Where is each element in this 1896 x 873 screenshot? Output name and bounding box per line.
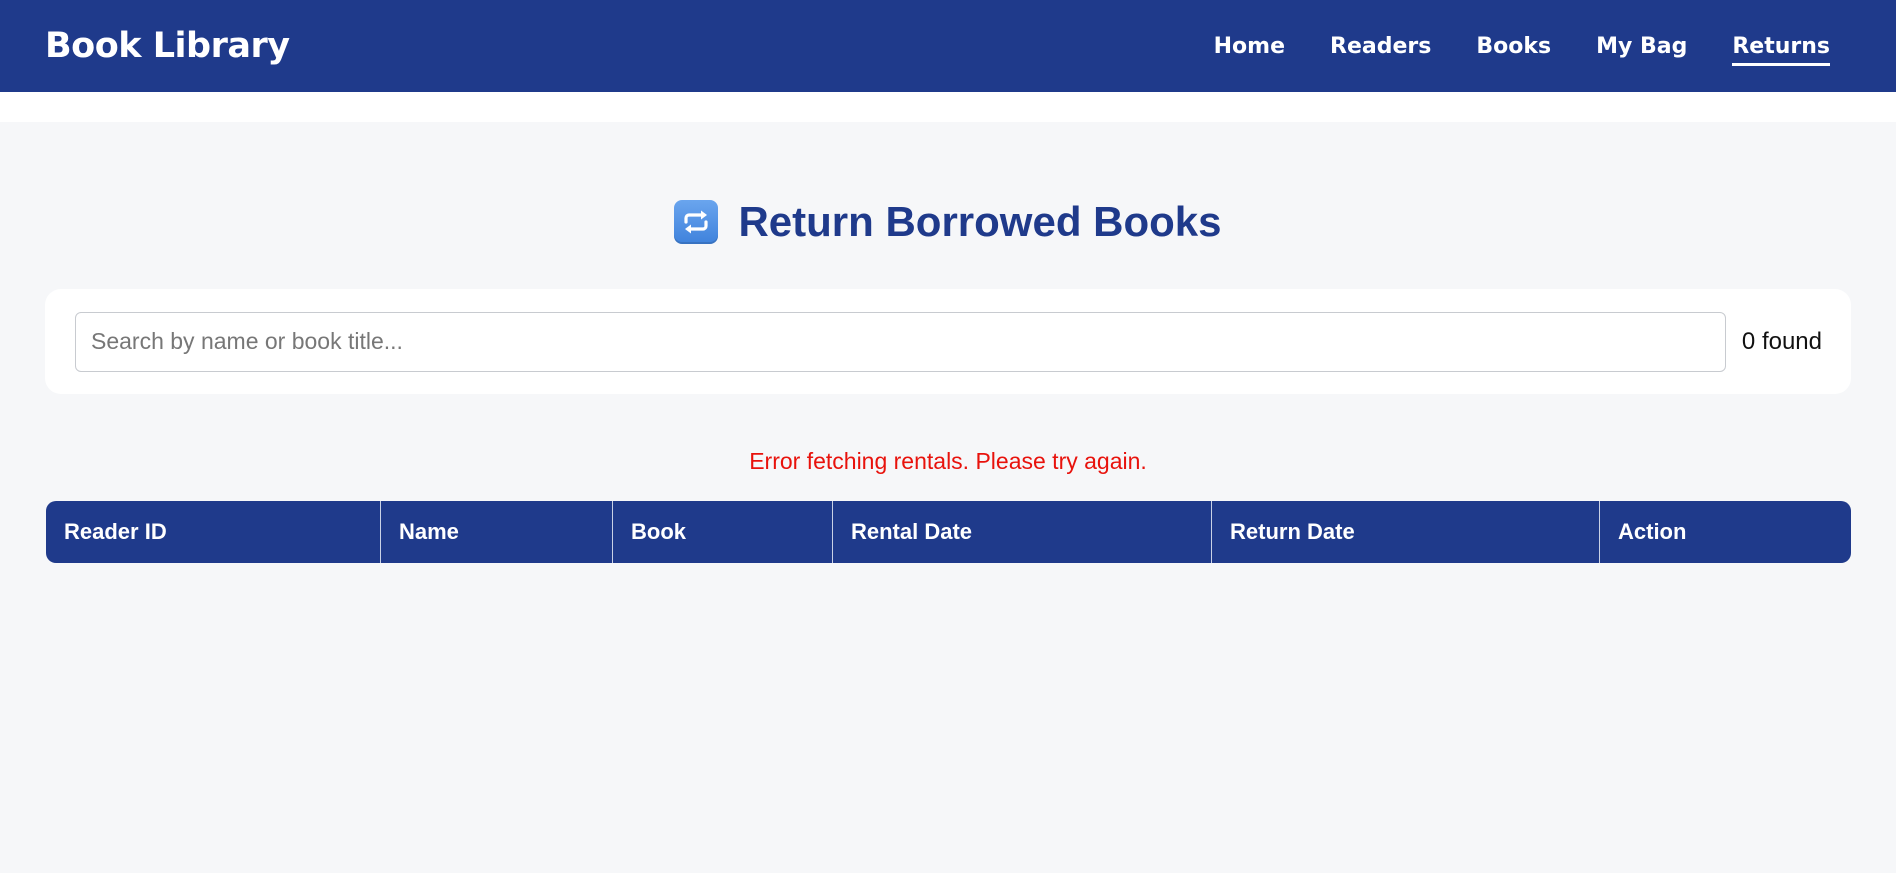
top-navbar: Book Library Home Readers Books My Bag R… xyxy=(0,0,1896,92)
nav-link-home[interactable]: Home xyxy=(1214,34,1285,66)
results-count: 0 found xyxy=(1741,327,1822,355)
nav-link-my-bag[interactable]: My Bag xyxy=(1596,34,1687,66)
search-input[interactable] xyxy=(75,311,1726,372)
nav-link-books[interactable]: Books xyxy=(1476,34,1551,66)
page-heading: Return Borrowed Books xyxy=(0,198,1896,246)
error-message: Error fetching rentals. Please try again… xyxy=(749,448,1147,474)
header-spacer xyxy=(0,92,1896,122)
page-title: Return Borrowed Books xyxy=(738,198,1222,245)
nav-link-readers[interactable]: Readers xyxy=(1330,34,1431,66)
column-header-book: Book xyxy=(613,501,833,563)
column-header-return-date: Return Date xyxy=(1212,501,1600,563)
column-header-name: Name xyxy=(381,501,613,563)
column-header-action: Action xyxy=(1618,519,1687,544)
column-header-reader-id: Reader ID xyxy=(46,501,381,563)
rentals-table-header: Reader ID Name Book Rental Date Return D… xyxy=(46,501,1851,563)
nav-link-returns[interactable]: Returns xyxy=(1732,34,1830,66)
search-card: 0 found xyxy=(45,289,1851,394)
nav-links: Home Readers Books My Bag Returns xyxy=(1214,27,1830,66)
repeat-icon xyxy=(674,200,719,244)
brand-logo[interactable]: Book Library xyxy=(45,26,290,66)
column-header-rental-date: Rental Date xyxy=(833,501,1212,563)
